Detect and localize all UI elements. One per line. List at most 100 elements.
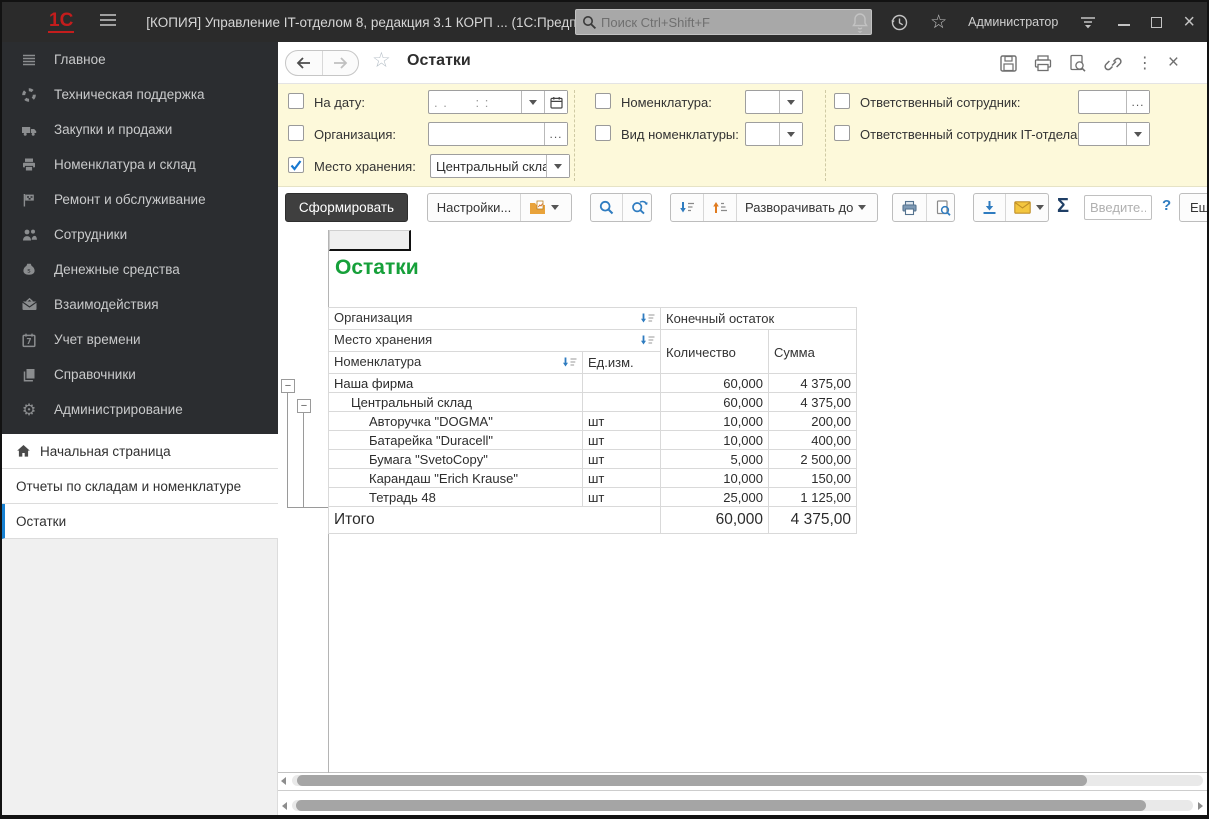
scroll-thumb[interactable] — [296, 800, 1146, 811]
responsible-field[interactable]: ... — [1078, 90, 1150, 114]
table-row[interactable]: Центральный склад60,0004 375,00 — [329, 393, 857, 412]
preview-button[interactable] — [926, 194, 959, 221]
scroll-left-arrow[interactable] — [281, 777, 286, 785]
find-button[interactable] — [591, 194, 622, 221]
send-mail-button[interactable] — [1005, 194, 1052, 221]
tab-home-page[interactable]: Начальная страница — [2, 434, 278, 469]
org-choose-button[interactable]: ... — [544, 123, 567, 145]
table-row[interactable]: Карандаш "Erich Krause"шт10,000150,00 — [329, 469, 857, 488]
scroll-thumb[interactable] — [297, 775, 1087, 786]
envelope-icon — [1014, 201, 1031, 214]
report-table[interactable]: Организация Конечный остаток Место хране… — [328, 307, 857, 534]
sort-descending-button[interactable] — [671, 194, 703, 221]
report-variants-button[interactable] — [520, 194, 567, 221]
date-dropdown-button[interactable] — [521, 91, 544, 113]
report-h-scrollbar[interactable] — [280, 775, 1205, 787]
sidebar-item-repair-service[interactable]: Ремонт и обслуживание — [2, 182, 278, 217]
table-row[interactable]: Авторучка "DOGMA"шт10,000200,00 — [329, 412, 857, 431]
nomenclature-filter-checkbox[interactable] — [595, 93, 611, 109]
tab-warehouse-reports[interactable]: Отчеты по складам и номенклатуре — [2, 469, 278, 504]
date-field[interactable]: . . : : — [428, 90, 568, 114]
favorites-star-icon[interactable]: ☆ — [930, 11, 947, 34]
calendar-picker-button[interactable] — [544, 91, 567, 113]
date-filter-checkbox[interactable] — [288, 93, 304, 109]
get-link-icon[interactable] — [1102, 54, 1122, 73]
back-button[interactable] — [286, 51, 322, 75]
sidebar-item-catalogs[interactable]: Справочники — [2, 357, 278, 392]
table-row[interactable]: Наша фирма60,0004 375,00 — [329, 374, 857, 393]
close-window-button[interactable]: × — [1183, 11, 1195, 34]
generate-button[interactable]: Сформировать — [285, 193, 408, 222]
nom-kind-dropdown-button[interactable] — [779, 123, 802, 145]
sum-value-input[interactable] — [1084, 195, 1152, 220]
sidebar-item-nomenclature-warehouse[interactable]: Номенклатура и склад — [2, 147, 278, 182]
global-search[interactable] — [575, 9, 872, 35]
scroll-left-arrow[interactable] — [282, 802, 287, 810]
print-preview-icon[interactable] — [1068, 54, 1087, 73]
table-row[interactable]: Батарейка "Duracell"шт10,000400,00 — [329, 431, 857, 450]
save-icon[interactable] — [999, 54, 1018, 73]
sort-icon[interactable] — [562, 357, 577, 372]
sort-icon[interactable] — [640, 313, 655, 328]
nomenclature-dropdown-button[interactable] — [779, 91, 802, 113]
close-form-icon[interactable]: × — [1168, 52, 1179, 74]
print-icon[interactable] — [1033, 54, 1053, 73]
org-filter-checkbox[interactable] — [288, 125, 304, 141]
scroll-track[interactable] — [292, 775, 1203, 786]
service-menu-icon[interactable] — [1079, 14, 1097, 30]
responsible-it-filter-label: Ответственный сотрудник IT-отдела: — [860, 127, 1081, 142]
maximize-button[interactable] — [1151, 17, 1162, 28]
storage-dropdown-button[interactable] — [546, 155, 569, 177]
sidebar-item-money[interactable]: s Денежные средства — [2, 252, 278, 287]
table-row[interactable]: Бумага "SvetoCopy"шт5,0002 500,00 — [329, 450, 857, 469]
storage-filter-checkbox[interactable] — [288, 157, 304, 173]
current-user[interactable]: Администратор — [968, 15, 1058, 29]
main-menu-icon[interactable] — [98, 12, 118, 33]
sidebar-item-time-tracking[interactable]: 7 Учет времени — [2, 322, 278, 357]
sidebar-item-interactions[interactable]: Взаимодействия — [2, 287, 278, 322]
org-field[interactable]: ... — [428, 122, 568, 146]
nom-kind-field[interactable] — [745, 122, 803, 146]
sort-icon[interactable] — [640, 335, 655, 350]
download-icon — [982, 200, 997, 215]
more-button[interactable]: Еще — [1179, 193, 1207, 222]
responsible-choose-button[interactable]: ... — [1126, 91, 1149, 113]
sidebar-item-administration[interactable]: ⚙ Администрирование — [2, 392, 278, 427]
sidebar-item-purchases-sales[interactable]: Закупки и продажи — [2, 112, 278, 147]
print-button[interactable] — [893, 194, 926, 221]
responsible-filter-checkbox[interactable] — [834, 93, 850, 109]
forward-button[interactable] — [322, 51, 358, 75]
more-actions-icon[interactable]: ⋮ — [1137, 53, 1153, 73]
expand-to-button[interactable]: Разворачивать до — [736, 194, 874, 221]
notifications-bell-icon[interactable] — [851, 12, 869, 33]
nom-kind-filter-checkbox[interactable] — [595, 125, 611, 141]
table-row[interactable]: Тетрадь 48шт25,0001 125,00 — [329, 488, 857, 507]
autosum-button[interactable]: Σ — [1057, 195, 1069, 218]
sidebar-item-main[interactable]: Главное — [2, 42, 278, 77]
storage-field[interactable]: Центральный склад — [430, 154, 570, 178]
group-expander-level1[interactable]: − — [281, 379, 295, 393]
responsible-it-dropdown-button[interactable] — [1126, 123, 1149, 145]
group-expander-level2[interactable]: − — [297, 399, 311, 413]
responsible-it-field[interactable] — [1078, 122, 1150, 146]
form-h-scrollbar[interactable] — [282, 800, 1203, 812]
add-favorite-star-icon[interactable]: ☆ — [372, 48, 391, 73]
sidebar-item-tech-support[interactable]: Техническая поддержка — [2, 77, 278, 112]
find-next-button[interactable] — [622, 194, 656, 221]
settings-group: Настройки... — [427, 193, 572, 222]
help-button[interactable]: ? — [1162, 197, 1171, 214]
history-icon[interactable] — [890, 13, 909, 32]
sidebar-item-employees[interactable]: Сотрудники — [2, 217, 278, 252]
nomenclature-field[interactable] — [745, 90, 803, 114]
scroll-track[interactable] — [292, 800, 1193, 811]
table-total-row[interactable]: Итого60,0004 375,00 — [329, 507, 857, 534]
save-file-button[interactable] — [974, 194, 1005, 221]
scroll-right-arrow[interactable] — [1198, 802, 1203, 810]
sort-ascending-button[interactable] — [703, 194, 736, 221]
minimize-button[interactable] — [1118, 18, 1130, 26]
selected-cell[interactable] — [329, 230, 411, 251]
responsible-it-filter-checkbox[interactable] — [834, 125, 850, 141]
search-input[interactable] — [601, 15, 841, 30]
tab-ostatki[interactable]: Остатки — [2, 504, 278, 539]
settings-button[interactable]: Настройки... — [428, 194, 520, 221]
